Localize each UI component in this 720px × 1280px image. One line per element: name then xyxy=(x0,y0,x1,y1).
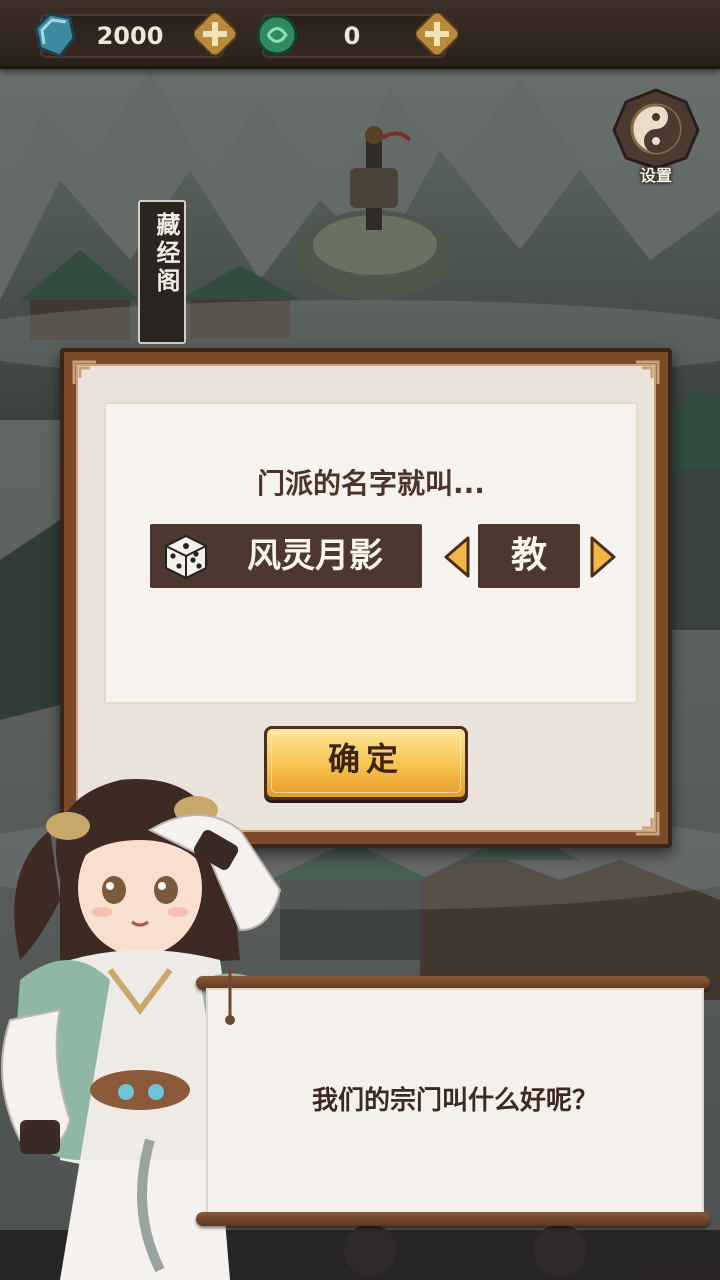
corner-ornament-icon xyxy=(636,360,660,384)
dialogue-scroll[interactable]: 我们的宗门叫什么好呢？ xyxy=(196,968,710,1228)
name-panel: 门派的名字就叫... 风灵月影 教 xyxy=(104,402,638,704)
sect-suffix-field: 教 xyxy=(478,524,580,588)
library-banner: 藏经阁 xyxy=(138,200,186,344)
currency-coin-counter: 0 xyxy=(256,13,458,58)
sect-name-field[interactable]: 风灵月影 xyxy=(150,524,422,588)
suffix-next-arrow-icon[interactable] xyxy=(588,534,618,580)
sect-suffix-value: 教 xyxy=(510,535,547,576)
corner-ornament-icon xyxy=(636,812,660,836)
sect-name-value: 风灵月影 xyxy=(247,536,383,576)
settings-label: 设置 xyxy=(639,166,672,185)
scroll-cord-icon xyxy=(225,968,235,1025)
settings-button[interactable]: 设置 xyxy=(606,86,706,186)
add-gem-button[interactable] xyxy=(194,13,236,55)
add-coin-button[interactable] xyxy=(416,13,458,55)
jade-gem-icon xyxy=(34,12,76,58)
currency-gem-counter: 2000 xyxy=(34,12,236,58)
jade-coin-icon xyxy=(256,14,298,56)
yin-yang-gear-icon xyxy=(612,88,700,170)
dialogue-text: 我们的宗门叫什么好呢？ xyxy=(311,1086,598,1116)
currency-coin-value: 0 xyxy=(343,22,361,50)
corner-ornament-icon xyxy=(72,360,96,384)
suffix-prev-arrow-icon[interactable] xyxy=(442,534,472,580)
scroll-rod-bottom xyxy=(196,1212,710,1226)
dialogue-paper: 我们的宗门叫什么好呢？ xyxy=(206,988,704,1218)
random-dice-icon[interactable] xyxy=(160,530,212,582)
library-banner-label: 藏经阁 xyxy=(152,212,181,296)
currency-bar: 2000 0 xyxy=(0,0,720,69)
currency-gem-value: 2000 xyxy=(96,22,164,50)
dialog-prompt: 门派的名字就叫... xyxy=(257,467,485,500)
